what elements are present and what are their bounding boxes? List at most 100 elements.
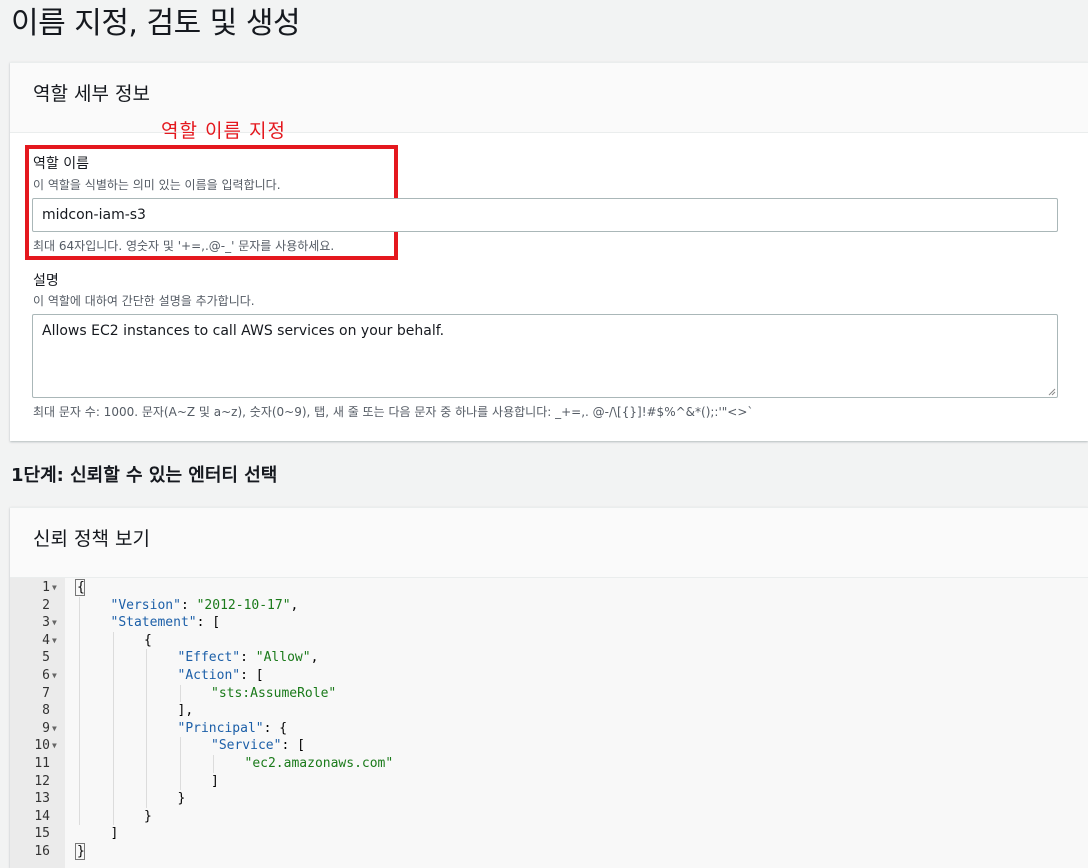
code-text: "Statement": [ bbox=[111, 614, 221, 632]
indent-guide bbox=[112, 631, 114, 826]
json-punct: : [ bbox=[281, 738, 305, 754]
code-text: } bbox=[178, 790, 186, 808]
code-text: } bbox=[144, 808, 152, 826]
role-name-label: 역할 이름 bbox=[33, 156, 89, 172]
code-line: 8], bbox=[10, 702, 1088, 720]
code-text: "Service": [ bbox=[211, 737, 305, 755]
json-string: "2012-10-17" bbox=[196, 597, 291, 613]
resize-handle-icon[interactable] bbox=[1048, 388, 1056, 396]
fold-toggle-icon[interactable]: ▼ bbox=[52, 614, 57, 632]
json-punct: { bbox=[144, 632, 152, 648]
code-text: "sts:AssumeRole" bbox=[211, 685, 336, 703]
line-number: 6 bbox=[42, 668, 50, 683]
code-line: 11 "ec2.amazonaws.com" bbox=[10, 755, 1088, 773]
line-number: 14 bbox=[34, 808, 50, 824]
json-code-editor[interactable]: 1 ▼{2 "Version": "2012-10-17", 3 ▼ "Statement… bbox=[10, 578, 1088, 868]
fold-toggle-icon[interactable]: ▼ bbox=[52, 667, 57, 685]
code-line: 16} bbox=[10, 843, 1088, 861]
line-number: 4 bbox=[42, 632, 50, 648]
code-text: "Effect": "Allow", bbox=[178, 649, 319, 667]
code-text: ] bbox=[211, 773, 219, 791]
line-number: 11 bbox=[34, 756, 50, 771]
fold-toggle-icon[interactable]: ▼ bbox=[52, 632, 57, 650]
json-punct: ], bbox=[177, 703, 194, 719]
code-line: 14} bbox=[10, 808, 1088, 826]
fold-toggle-icon[interactable]: ▼ bbox=[52, 579, 57, 597]
line-number: 10 bbox=[34, 738, 50, 754]
code-text: "ec2.amazonaws.com" bbox=[245, 755, 394, 773]
fold-toggle-icon[interactable]: ▼ bbox=[52, 737, 57, 755]
code-line: 9 ▼ "Principal": { bbox=[10, 720, 1088, 738]
description-textarea[interactable] bbox=[32, 314, 1058, 398]
indent-guide bbox=[79, 596, 80, 826]
fold-toggle-icon[interactable]: ▼ bbox=[52, 720, 57, 738]
json-key: "Version" bbox=[110, 597, 181, 613]
role-name-description: 이 역할을 식별하는 의미 있는 이름을 입력합니다. bbox=[33, 178, 281, 192]
json-punct: : [ bbox=[196, 615, 221, 631]
json-key: "Service" bbox=[211, 738, 282, 754]
json-key: "Principal" bbox=[177, 720, 264, 736]
line-number: 12 bbox=[34, 773, 50, 789]
code-line: 6 ▼ "Action": [ bbox=[10, 667, 1088, 685]
description-label: 설명 bbox=[33, 273, 59, 289]
role-name-constraint: 최대 64자입니다. 영숫자 및 '+=,.@-_' 문자를 사용하세요. bbox=[33, 239, 335, 253]
json-key: "Statement" bbox=[110, 615, 197, 631]
bracket-match-highlight bbox=[75, 843, 85, 860]
line-number: 9 bbox=[42, 720, 50, 736]
code-line: 1 ▼{ bbox=[10, 579, 1088, 597]
annotation-label: 역할 이름 지정 bbox=[161, 120, 286, 142]
line-number: 1 bbox=[42, 580, 50, 595]
indent-guide bbox=[146, 649, 147, 808]
line-number: 8 bbox=[42, 703, 50, 719]
json-punct: , bbox=[290, 597, 299, 613]
description-constraint: 최대 문자 수: 1000. 문자(A~Z 및 a~z), 숫자(0~9), 탭… bbox=[33, 405, 754, 419]
json-punct: : bbox=[180, 597, 197, 613]
json-punct: ] bbox=[110, 826, 119, 842]
indent-guide bbox=[213, 755, 214, 773]
code-line: 7 "sts:AssumeRole" bbox=[10, 685, 1088, 703]
line-number: 5 bbox=[42, 650, 50, 666]
code-line: 10 ▼ "Service": [ bbox=[10, 737, 1088, 755]
json-punct: , bbox=[310, 650, 319, 666]
code-line: 13} bbox=[10, 790, 1088, 808]
page-title: 이름 지정, 검토 및 생성 bbox=[11, 6, 301, 41]
code-text: { bbox=[144, 632, 152, 650]
code-text: "Action": [ bbox=[178, 667, 264, 685]
json-key: "Action" bbox=[177, 668, 241, 683]
json-string: "ec2.amazonaws.com" bbox=[244, 756, 394, 771]
json-punct: : bbox=[240, 650, 256, 666]
code-line: 15] bbox=[10, 825, 1088, 843]
role-details-panel: 역할 세부 정보 역할 이름 지정 역할 이름 이 역할을 식별하는 의미 있는… bbox=[10, 62, 1088, 441]
code-line: 2 "Version": "2012-10-17", bbox=[10, 597, 1088, 615]
description-help: 이 역할에 대하여 간단한 설명을 추가합니다. bbox=[33, 294, 255, 308]
indent-guide bbox=[179, 684, 181, 703]
indent-guide bbox=[179, 737, 181, 791]
line-number: 3 bbox=[42, 615, 50, 631]
line-number: 2 bbox=[42, 597, 50, 613]
json-punct: : [ bbox=[240, 668, 264, 683]
step1-heading: 1단계: 신뢰할 수 있는 엔터티 선택 bbox=[11, 465, 278, 486]
json-string: "sts:AssumeRole" bbox=[211, 685, 337, 701]
json-punct: ] bbox=[211, 773, 219, 789]
code-line: 4 ▼ { bbox=[10, 632, 1088, 650]
line-number: 15 bbox=[34, 826, 50, 842]
code-text: "Version": "2012-10-17", bbox=[111, 597, 299, 615]
code-line: 12] bbox=[10, 773, 1088, 791]
line-number: 16 bbox=[34, 844, 50, 859]
line-number: 7 bbox=[42, 685, 50, 701]
json-string: "Allow" bbox=[255, 650, 311, 666]
code-line: 3 ▼ "Statement": [ bbox=[10, 614, 1088, 632]
json-punct: : { bbox=[263, 720, 288, 736]
trust-policy-header: 신뢰 정책 보기 bbox=[10, 508, 1088, 578]
code-text: "Principal": { bbox=[178, 720, 288, 738]
bracket-match-highlight bbox=[75, 579, 85, 596]
role-name-input[interactable] bbox=[32, 198, 1058, 232]
line-number: 13 bbox=[34, 791, 50, 807]
code-text: ] bbox=[111, 825, 119, 843]
json-key: "Effect" bbox=[177, 650, 241, 666]
code-text: ], bbox=[178, 702, 194, 720]
json-punct: } bbox=[177, 791, 186, 807]
trust-policy-panel: 신뢰 정책 보기 1 ▼{2 "Version": "2012-10-17", 3 ▼ "… bbox=[10, 507, 1088, 868]
json-punct: } bbox=[144, 808, 152, 824]
description-textarea-wrap bbox=[10, 314, 1088, 398]
